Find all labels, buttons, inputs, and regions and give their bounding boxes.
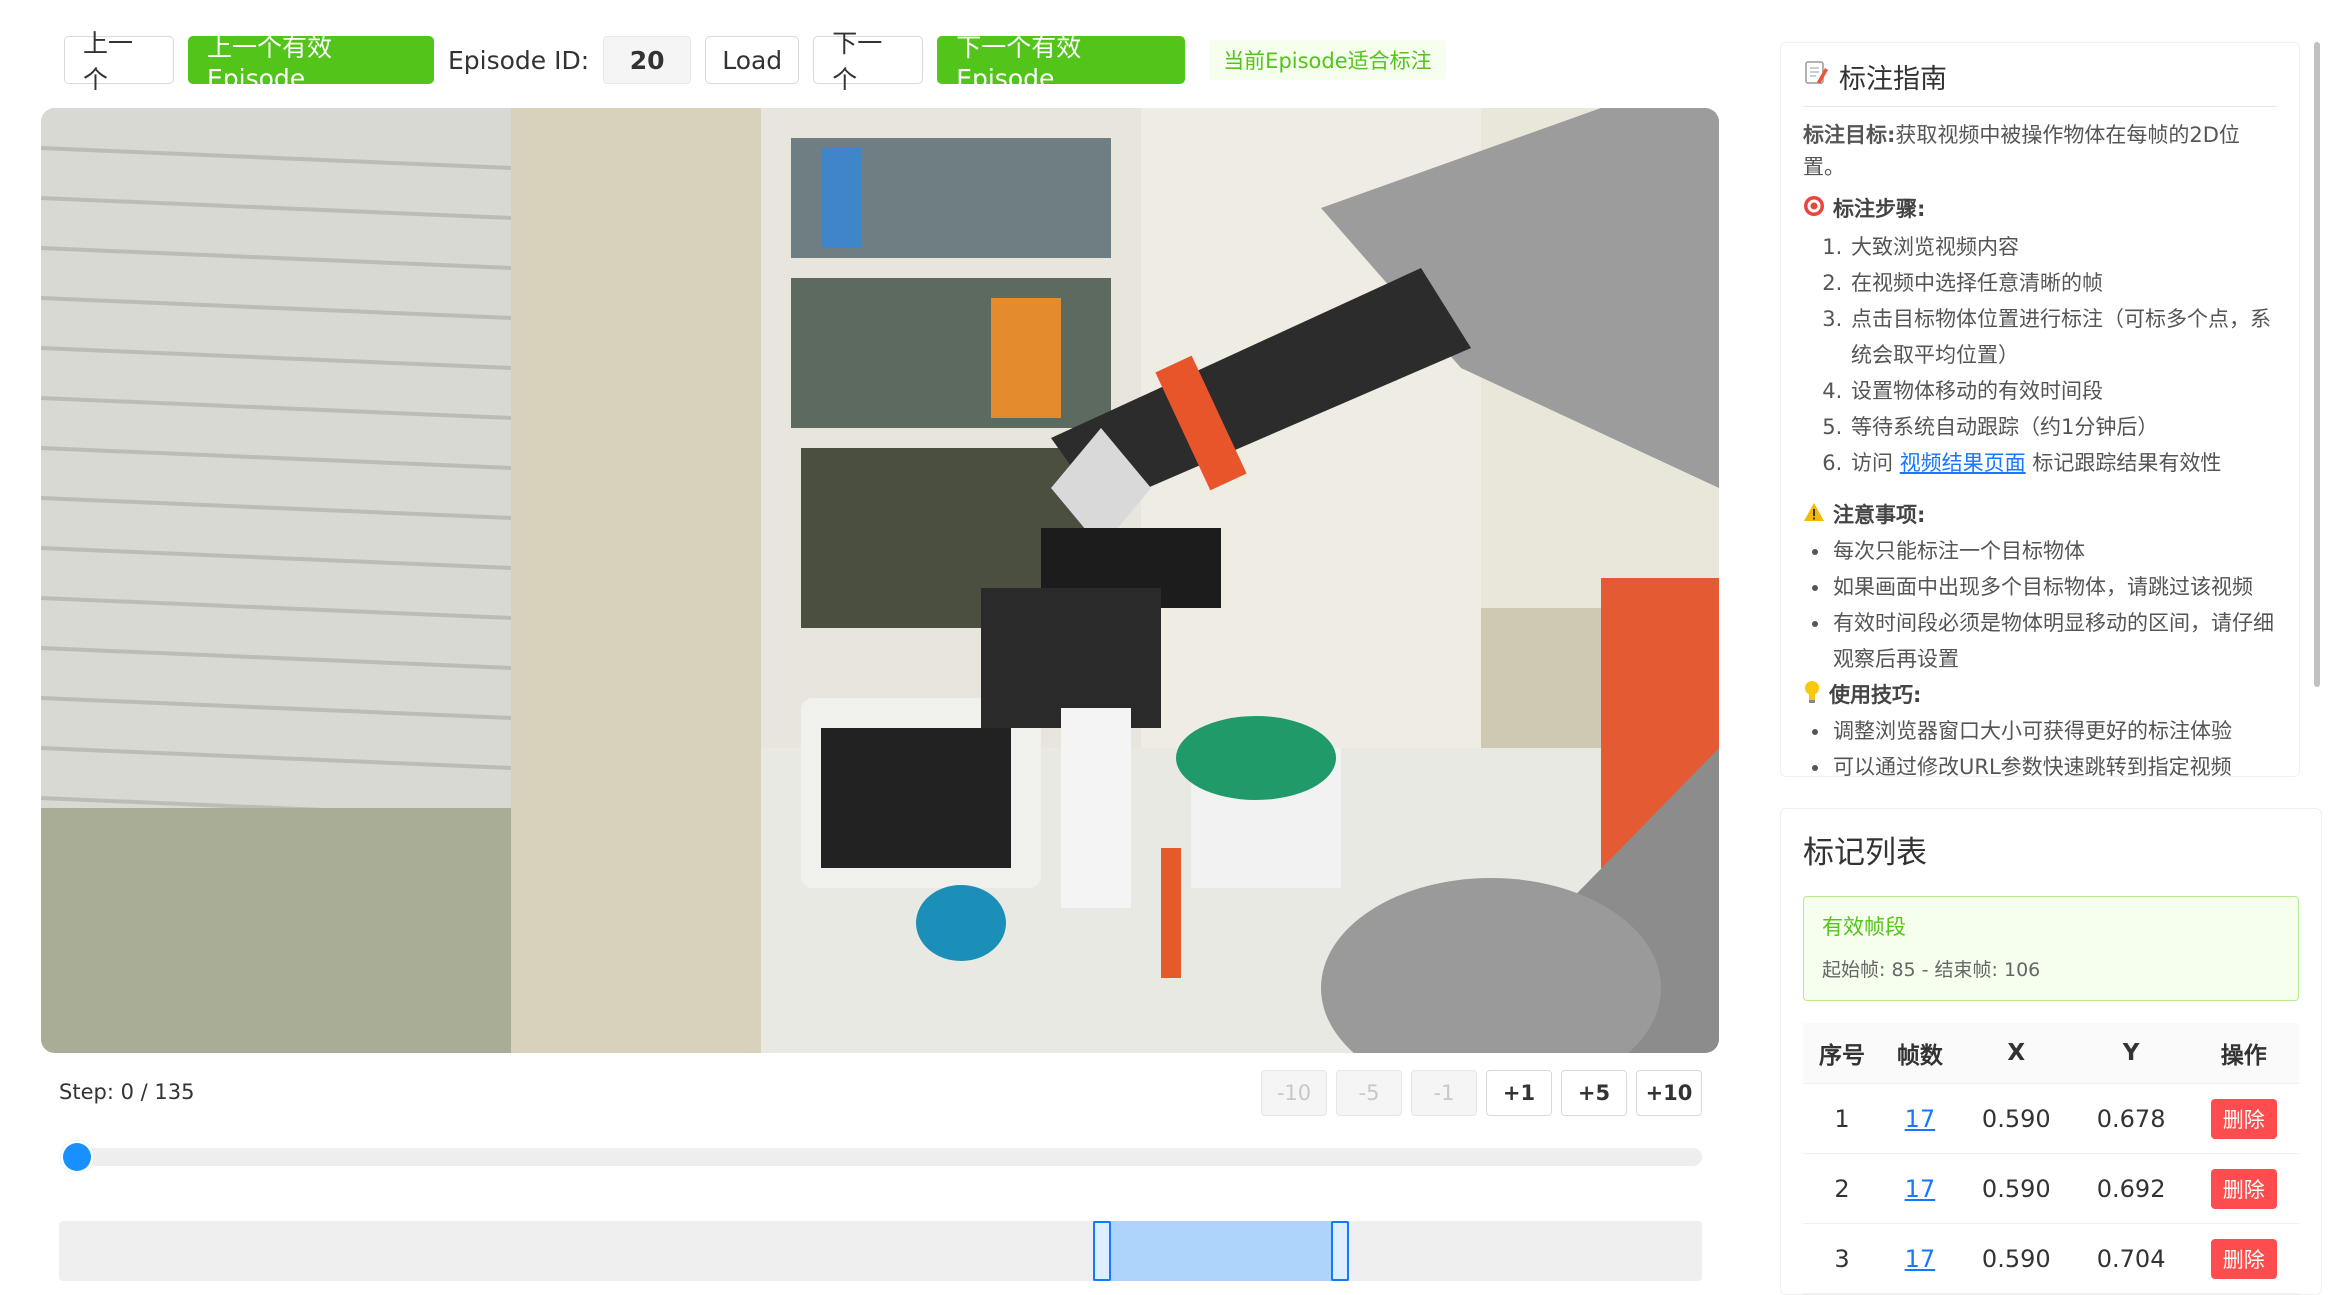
step-minus-10-button[interactable]: -10 (1261, 1070, 1327, 1116)
tips-section-title: 使用技巧: (1803, 679, 2277, 709)
step-item: 在视频中选择任意清晰的帧 (1849, 265, 2277, 301)
lightbulb-icon (1803, 680, 1821, 709)
load-button[interactable]: Load (705, 36, 800, 84)
episode-status-tag: 当前Episode适合标注 (1209, 40, 1446, 80)
step-plus-10-button[interactable]: +10 (1636, 1070, 1702, 1116)
table-row: 3 17 0.590 0.704 删除 (1803, 1223, 2299, 1294)
steps-list: 大致浏览视频内容 在视频中选择任意清晰的帧 点击目标物体位置进行标注（可标多个点… (1803, 229, 2277, 481)
memo-icon (1803, 60, 1829, 93)
prev-valid-episode-button[interactable]: 上一个有效Episode (188, 33, 434, 93)
marker-table: 序号 帧数 X Y 操作 1 17 0.590 0.678 删除 2 17 0.… (1803, 1023, 2299, 1294)
row-frame-cell: 17 (1880, 1083, 1959, 1154)
step-item: 大致浏览视频内容 (1849, 229, 2277, 265)
guide-title: 标注指南 (1839, 64, 1947, 95)
next-button[interactable]: 下一个 (813, 29, 924, 94)
marker-list-title: 标记列表 (1803, 835, 1927, 871)
step-item: 等待系统自动跟踪（约1分钟后） (1849, 409, 2277, 445)
episode-toolbar: 上一个 上一个有效Episode Episode ID: 20 Load 下一个… (64, 29, 1446, 94)
valid-segment-box: 有效帧段 起始帧: 85 - 结束帧: 106 (1803, 896, 2299, 1001)
valid-range-track[interactable] (59, 1221, 1702, 1281)
episode-id-label: Episode ID: (448, 45, 590, 75)
valid-segment-title: 有效帧段 (1822, 915, 1906, 939)
video-scene (41, 108, 1719, 1053)
warning-icon (1803, 502, 1825, 527)
guide-goal: 标注目标:获取视频中被操作物体在每帧的2D位置。 (1803, 119, 2277, 183)
step-item: 设置物体移动的有效时间段 (1849, 373, 2277, 409)
table-row: 1 17 0.590 0.678 删除 (1803, 1083, 2299, 1154)
table-row: 2 17 0.590 0.692 删除 (1803, 1153, 2299, 1224)
notes-section-title: 注意事项: (1803, 499, 2277, 529)
step-minus-5-button[interactable]: -5 (1336, 1070, 1402, 1116)
column-header: X (1958, 1023, 2074, 1084)
note-item: 有效时间段必须是物体明显移动的区间，请仔细观察后再设置 (1831, 605, 2277, 677)
step-minus-1-button[interactable]: -1 (1411, 1070, 1477, 1116)
range-start-handle[interactable] (1093, 1221, 1112, 1281)
valid-segment-range: 起始帧: 85 - 结束帧: 106 (1822, 959, 2041, 981)
notes-list: 每次只能标注一个目标物体 如果画面中出现多个目标物体，请跳过该视频 有效时间段必… (1803, 533, 2277, 677)
column-header: Y (2073, 1023, 2189, 1084)
step-plus-5-button[interactable]: +5 (1561, 1070, 1627, 1116)
row-y: 0.692 (2073, 1153, 2189, 1224)
frame-slider-track[interactable] (60, 1148, 1702, 1166)
prev-button[interactable]: 上一个 (64, 29, 174, 94)
row-x: 0.590 (1958, 1153, 2074, 1224)
valid-range-selection (1093, 1221, 1350, 1281)
video-results-link[interactable]: 视频结果页面 (1900, 451, 2026, 475)
step-counter: Step: 0 / 135 (59, 1080, 195, 1104)
row-y: 0.678 (2073, 1083, 2189, 1154)
frame-slider-thumb[interactable] (60, 1140, 94, 1174)
row-x: 0.590 (1958, 1223, 2074, 1294)
delete-button[interactable]: 删除 (2210, 1098, 2277, 1139)
row-frame-cell: 17 (1880, 1153, 1959, 1224)
tip-item: 可以通过修改URL参数快速跳转到指定视频 (1831, 749, 2277, 776)
row-index: 1 (1803, 1083, 1881, 1154)
delete-button[interactable]: 删除 (2210, 1238, 2277, 1279)
column-header: 序号 (1803, 1023, 1881, 1084)
row-action-cell: 删除 (2188, 1153, 2299, 1224)
note-item: 每次只能标注一个目标物体 (1831, 533, 2277, 569)
table-header-row: 序号 帧数 X Y 操作 (1803, 1023, 2299, 1084)
row-y: 0.704 (2073, 1223, 2189, 1294)
marker-list-panel: 标记列表 有效帧段 起始帧: 85 - 结束帧: 106 序号 帧数 X Y 操… (1780, 808, 2322, 1295)
step-item: 访问 视频结果页面 标记跟踪结果有效性 (1849, 445, 2277, 481)
row-frame-link[interactable]: 17 (1905, 1105, 1936, 1133)
step-buttons: -10 -5 -1 +1 +5 +10 (1261, 1070, 1702, 1116)
row-frame-cell: 17 (1880, 1223, 1959, 1294)
row-index: 2 (1803, 1153, 1881, 1224)
delete-button[interactable]: 删除 (2210, 1168, 2277, 1209)
step-plus-1-button[interactable]: +1 (1486, 1070, 1552, 1116)
episode-id-input[interactable]: 20 (603, 36, 692, 84)
range-end-handle[interactable] (1331, 1221, 1350, 1281)
target-icon (1803, 195, 1825, 222)
annotation-guide-panel: 标注指南 标注目标:获取视频中被操作物体在每帧的2D位置。 标注步骤: 大致浏览… (1780, 42, 2300, 777)
step-item: 点击目标物体位置进行标注（可标多个点，系统会取平均位置） (1849, 301, 2277, 373)
steps-section-title: 标注步骤: (1803, 193, 2277, 223)
note-item: 如果画面中出现多个目标物体，请跳过该视频 (1831, 569, 2277, 605)
tips-list: 调整浏览器窗口大小可获得更好的标注体验 可以通过修改URL参数快速跳转到指定视频 (1803, 713, 2277, 776)
tip-item: 调整浏览器窗口大小可获得更好的标注体验 (1831, 713, 2277, 749)
row-frame-link[interactable]: 17 (1905, 1175, 1936, 1203)
guide-header: 标注指南 (1803, 57, 2277, 107)
guide-goal-label: 标注目标: (1803, 123, 1896, 147)
row-x: 0.590 (1958, 1083, 2074, 1154)
row-index: 3 (1803, 1223, 1881, 1294)
video-frame[interactable] (41, 108, 1719, 1053)
guide-scrollbar[interactable] (2314, 42, 2320, 687)
next-valid-episode-button[interactable]: 下一个有效Episode (937, 33, 1186, 93)
column-header: 操作 (2188, 1023, 2299, 1084)
row-action-cell: 删除 (2188, 1223, 2299, 1294)
column-header: 帧数 (1880, 1023, 1959, 1084)
row-action-cell: 删除 (2188, 1083, 2299, 1154)
row-frame-link[interactable]: 17 (1905, 1245, 1936, 1273)
